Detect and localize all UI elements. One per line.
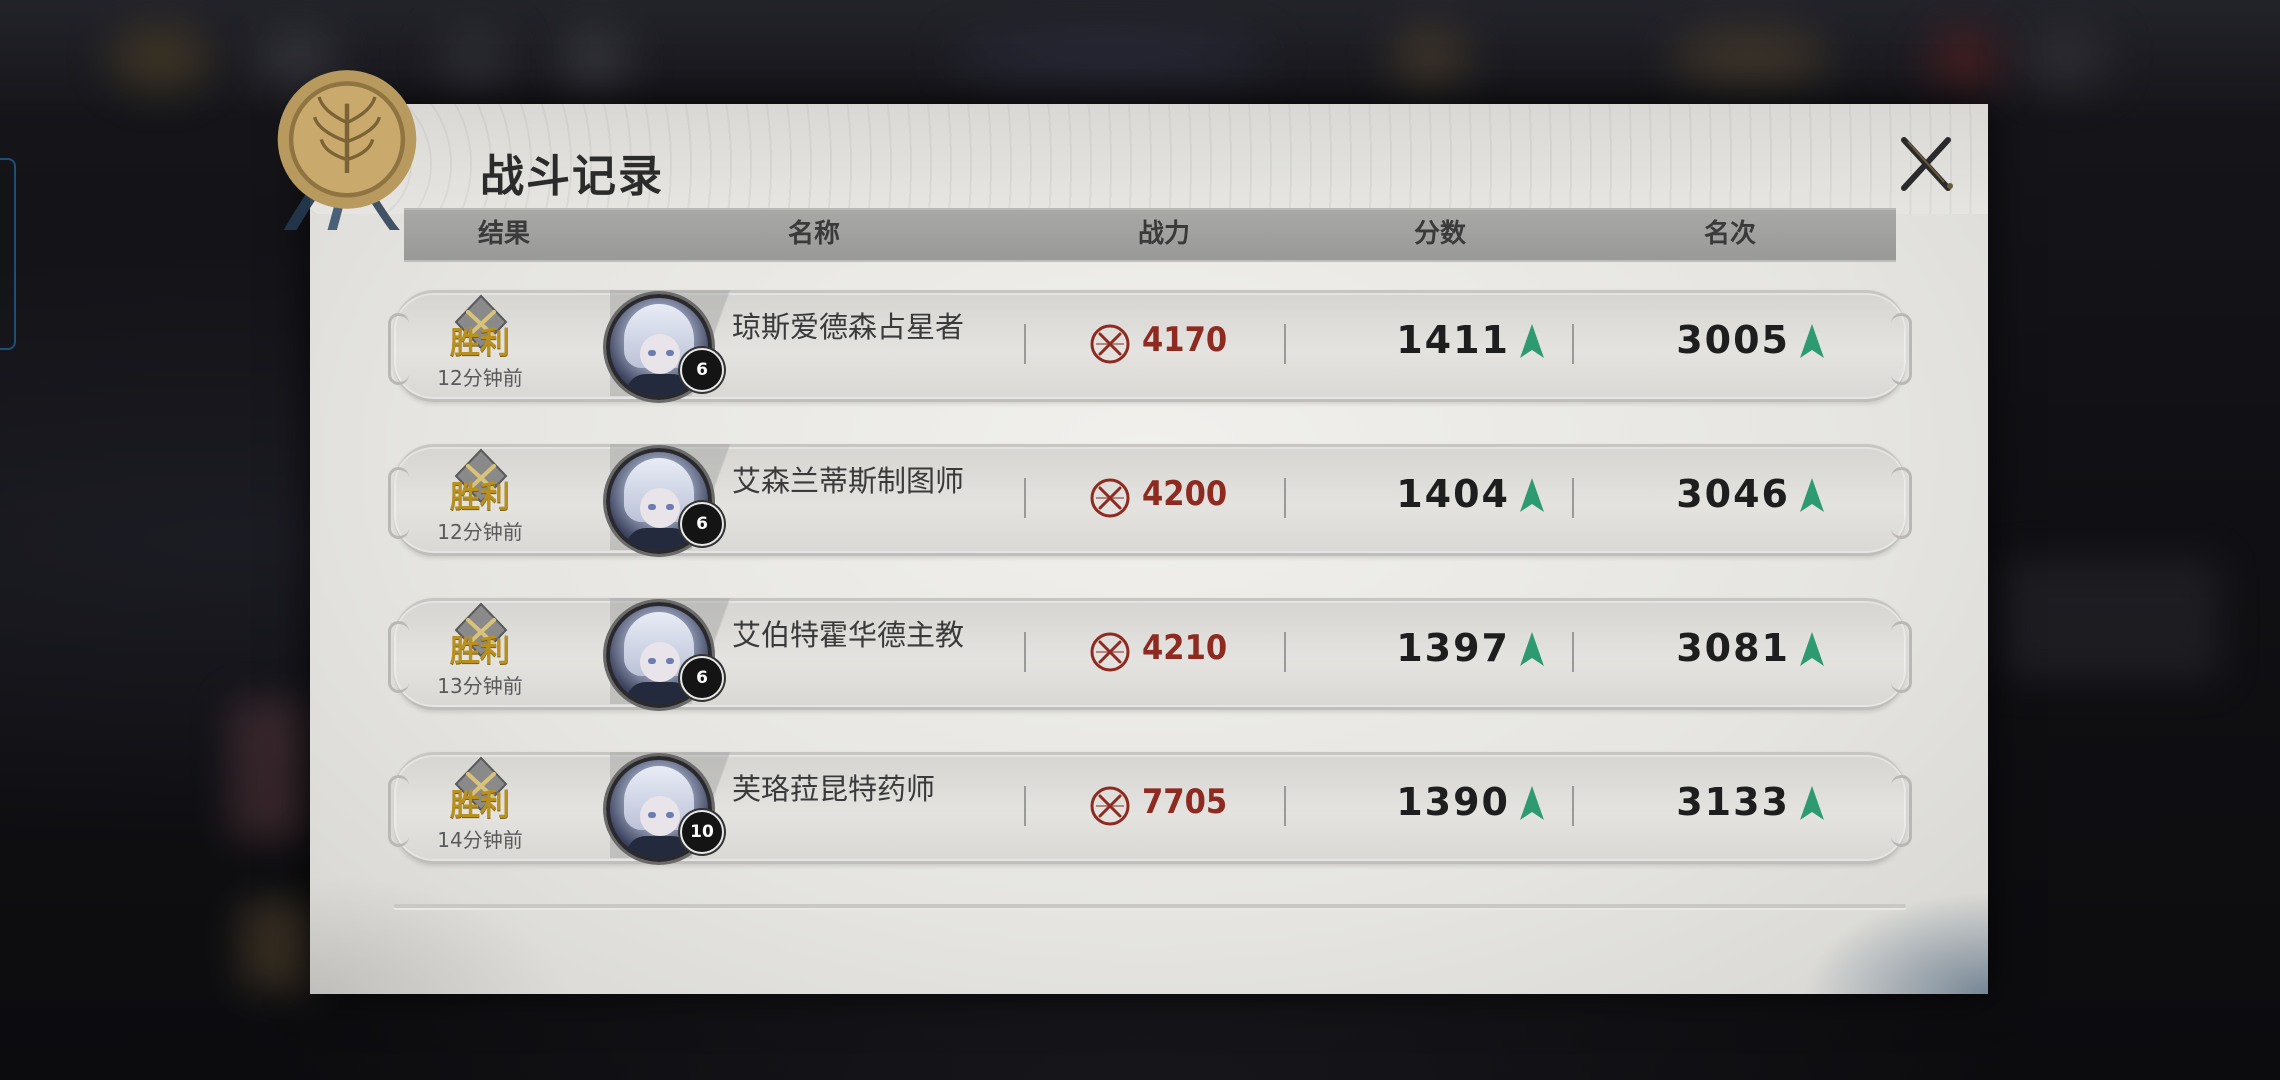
trend-up-icon (1800, 324, 1824, 358)
column-divider (1284, 632, 1286, 672)
column-divider (1024, 478, 1026, 518)
trend-up-icon (1800, 632, 1824, 666)
background-blur-shape (2020, 30, 2110, 86)
result-time: 14分钟前 (437, 828, 523, 852)
column-divider (1284, 786, 1286, 826)
score-value: 1411 (1396, 318, 1510, 362)
background-blur-shape (1930, 30, 2000, 90)
trend-up-icon (1800, 786, 1824, 820)
score-value: 1404 (1396, 472, 1510, 516)
result-label: 胜利 (450, 788, 510, 823)
battle-record-row[interactable]: 胜利 12分钟前 6 艾森兰蒂斯制图师 4200 1404 3046 (380, 438, 1920, 556)
rank-value: 3081 (1676, 626, 1790, 670)
background-blur-shape (2000, 560, 2220, 680)
trend-up-icon (1520, 632, 1544, 666)
background-blur-shape (560, 30, 630, 90)
table-header: 结果 名称 战力 分数 名次 (404, 208, 1896, 260)
result-time: 13分钟前 (437, 674, 523, 698)
combat-power-icon (1090, 786, 1130, 826)
player-level-badge: 6 (680, 502, 724, 546)
column-divider (1024, 786, 1026, 826)
column-divider (1572, 632, 1574, 672)
result-label: 胜利 (450, 480, 510, 515)
combat-power-icon (1090, 478, 1130, 518)
combat-power-icon (1090, 324, 1130, 364)
player-level-badge: 6 (680, 348, 724, 392)
column-header-name: 名称 (787, 219, 840, 249)
background-blur-shape (1390, 28, 1470, 88)
background-blur-shape (240, 900, 320, 990)
table-bottom-rule (394, 904, 1906, 908)
dialog-corner-decoration (1788, 884, 1988, 994)
trend-up-icon (1520, 786, 1544, 820)
column-divider (1572, 324, 1574, 364)
score-value: 1390 (1396, 780, 1510, 824)
combat-power-value: 4200 (1142, 474, 1228, 514)
result-time: 12分钟前 (437, 520, 523, 544)
player-level-badge: 10 (680, 810, 724, 854)
player-name: 艾森兰蒂斯制图师 (732, 464, 965, 498)
battle-record-dialog: 战斗记录 结果 名称 战力 分数 名次 胜利 12分钟前 6 琼斯爱德森占星者 … (310, 104, 1988, 994)
trend-up-icon (1800, 478, 1824, 512)
close-button[interactable] (1894, 132, 1958, 196)
column-divider (1024, 632, 1026, 672)
combat-power-icon (1090, 632, 1130, 672)
result-label: 胜利 (450, 634, 510, 669)
column-divider (1572, 786, 1574, 826)
dialog-corner-decoration (310, 874, 570, 994)
column-divider (1284, 324, 1286, 364)
score-value: 1397 (1396, 626, 1510, 670)
background-blur-shape (110, 28, 210, 88)
trend-up-icon (1520, 478, 1544, 512)
combat-power-value: 4170 (1142, 320, 1228, 360)
column-header-result: 结果 (477, 219, 530, 249)
background-side-tab (0, 158, 16, 350)
column-header-score: 分数 (1413, 219, 1466, 249)
rank-value: 3005 (1676, 318, 1790, 362)
result-label: 胜利 (450, 326, 510, 361)
background-blur-shape (1670, 30, 1830, 86)
column-divider (1284, 478, 1286, 518)
combat-power-value: 4210 (1142, 628, 1228, 668)
background-blur-shape (230, 700, 310, 840)
combat-power-value: 7705 (1142, 782, 1228, 822)
dialog-title: 战斗记录 (480, 151, 664, 202)
trend-up-icon (1520, 324, 1544, 358)
player-level-badge: 6 (680, 656, 724, 700)
battle-record-row[interactable]: 胜利 13分钟前 6 艾伯特霍华德主教 4210 1397 3081 (380, 592, 1920, 710)
battle-record-row[interactable]: 胜利 14分钟前 10 芙珞菈昆特药师 7705 1390 3133 (380, 746, 1920, 864)
close-x-icon (1901, 137, 1953, 191)
player-name: 琼斯爱德森占星者 (732, 310, 965, 344)
result-time: 12分钟前 (437, 366, 523, 390)
rank-value: 3133 (1676, 780, 1790, 824)
background-blur-shape (950, 34, 1270, 80)
player-name: 艾伯特霍华德主教 (732, 618, 965, 652)
column-divider (1572, 478, 1574, 518)
column-divider (1024, 324, 1026, 364)
background-blur-shape (440, 30, 510, 90)
column-header-rank: 名次 (1703, 219, 1756, 249)
column-header-power: 战力 (1137, 219, 1190, 249)
wax-seal-icon (277, 70, 417, 230)
player-name: 芙珞菈昆特药师 (732, 772, 936, 806)
battle-record-row[interactable]: 胜利 12分钟前 6 琼斯爱德森占星者 4170 1411 3005 (380, 284, 1920, 402)
rank-value: 3046 (1676, 472, 1790, 516)
